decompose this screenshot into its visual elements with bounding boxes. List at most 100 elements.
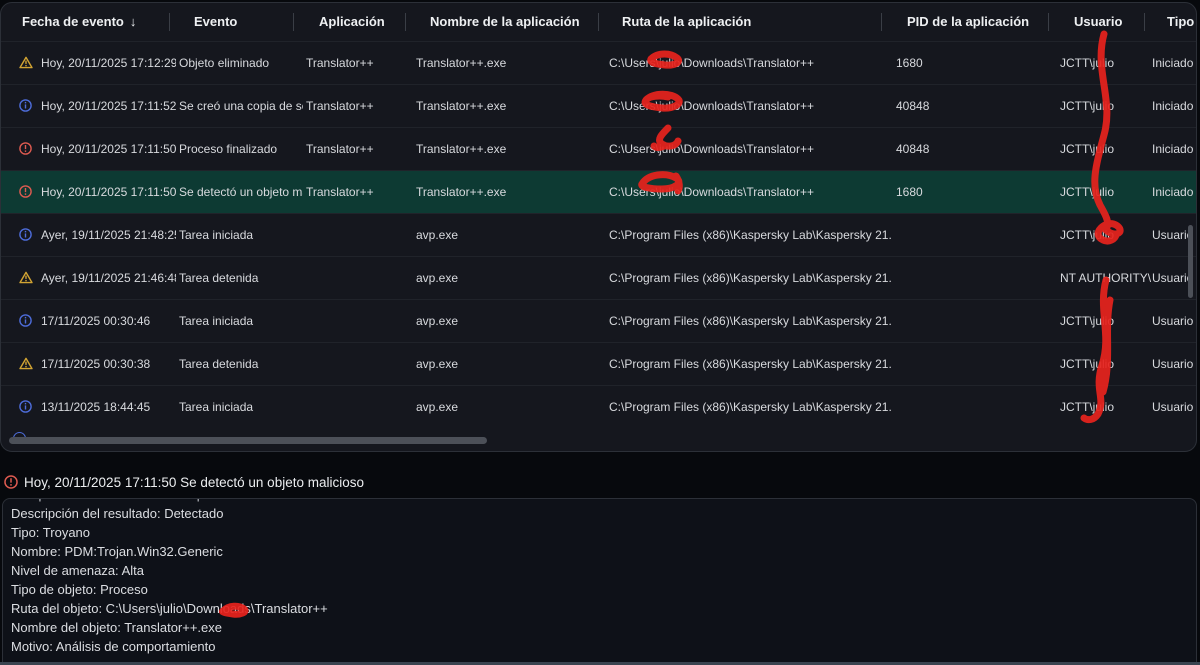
column-header-app-name[interactable]: Nombre de la aplicación (430, 3, 580, 41)
cell-application-path: C:\Users\julio\Downloads\Translator++ (609, 185, 814, 199)
cell-event-date: Hoy, 20/11/2025 17:12:29 (41, 56, 176, 70)
cell-event-name: Tarea iniciada (179, 314, 254, 328)
horizontal-scrollbar-thumb[interactable] (9, 437, 487, 444)
event-table-body: Hoy, 20/11/2025 17:12:29 Objeto eliminad… (1, 41, 1196, 428)
cell-event-name: Tarea iniciada (179, 400, 254, 414)
severity-icon (19, 128, 39, 170)
critical-icon (4, 475, 18, 489)
warning-icon (19, 56, 33, 69)
column-header-type[interactable]: Tipo (1167, 3, 1194, 41)
severity-icon (19, 343, 39, 385)
severity-icon (19, 300, 39, 342)
cell-application-pid (896, 257, 1056, 299)
column-header-app-path[interactable]: Ruta de la aplicación (622, 3, 751, 41)
cell-event-date: 13/11/2025 18:44:45 (41, 400, 151, 414)
table-row[interactable]: Hoy, 20/11/2025 17:11:52 Se creó una cop… (1, 84, 1196, 127)
table-row[interactable]: 17/11/2025 00:30:38 Tarea detenida avp.e… (1, 342, 1196, 385)
column-header-event[interactable]: Evento (194, 3, 237, 41)
cell-user-type: Usuario (1152, 314, 1194, 328)
table-row[interactable]: 17/11/2025 00:30:46 Tarea iniciada avp.e… (1, 299, 1196, 342)
table-row[interactable]: Ayer, 19/11/2025 21:46:48 Tarea detenida… (1, 256, 1196, 299)
cell-user: JCTT\julio (1060, 228, 1115, 242)
cell-application-name: Translator++.exe (416, 142, 507, 156)
header-divider (293, 13, 294, 31)
cell-application (306, 257, 412, 299)
severity-icon (19, 42, 39, 84)
table-row[interactable]: Ayer, 19/11/2025 21:48:25 Tarea iniciada… (1, 213, 1196, 256)
info-icon (19, 314, 32, 327)
cell-user-type: Iniciado (1152, 142, 1194, 156)
cell-user: NT AUTHORITY\ (1060, 271, 1151, 285)
table-row[interactable]: Hoy, 20/11/2025 17:11:50 Se detectó un o… (1, 170, 1196, 213)
severity-icon (19, 171, 39, 213)
cell-user: JCTT\julio (1060, 185, 1115, 199)
detail-line: Ruta del objeto: C:\Users\julio\Download… (11, 601, 328, 616)
cell-application-path: C:\Users\julio\Downloads\Translator++ (609, 99, 814, 113)
cell-user-type: Iniciado (1152, 185, 1194, 199)
cell-application-name: avp.exe (416, 314, 459, 328)
cell-application-path: C:\Program Files (x86)\Kaspersky Lab\Kas… (609, 271, 892, 285)
cell-application: Translator++ (306, 142, 374, 156)
column-header-app[interactable]: Aplicación (319, 3, 385, 41)
cell-event-name: Tarea detenida (179, 357, 259, 371)
severity-icon (19, 85, 39, 127)
warning-icon (19, 357, 33, 370)
header-divider (598, 13, 599, 31)
header-divider (881, 13, 882, 31)
cell-event-date: Ayer, 19/11/2025 21:46:48 (41, 271, 176, 285)
cell-event-date: Hoy, 20/11/2025 17:11:50 (41, 142, 176, 156)
critical-icon (19, 185, 32, 198)
column-header-date[interactable]: Fecha de evento ↓ (22, 3, 136, 41)
detail-line: Tipo: Troyano (11, 525, 91, 540)
severity-icon (19, 257, 39, 299)
cell-application-path: C:\Program Files (x86)\Kaspersky Lab\Kas… (609, 228, 892, 242)
table-row[interactable]: Hoy, 20/11/2025 17:11:50 Proceso finaliz… (1, 127, 1196, 170)
cell-event-date: 17/11/2025 00:30:38 (41, 357, 151, 371)
cell-user-type: Usuario (1152, 357, 1194, 371)
cell-application-pid: 1680 (896, 56, 923, 70)
cell-application-name: avp.exe (416, 400, 459, 414)
table-header-row: Fecha de evento ↓ Evento Aplicación Nombr… (1, 3, 1196, 41)
cell-user: JCTT\julio (1060, 142, 1115, 156)
column-header-user[interactable]: Usuario (1074, 3, 1122, 41)
cell-event-name: Proceso finalizado (179, 142, 278, 156)
cell-application-name: avp.exe (416, 271, 459, 285)
cell-application-path: C:\Users\julio\Downloads\Translator++ (609, 56, 814, 70)
cell-user: JCTT\julio (1060, 314, 1115, 328)
sort-descending-icon: ↓ (129, 14, 137, 29)
severity-icon (19, 386, 39, 428)
header-divider (169, 13, 170, 31)
cell-user-type: Iniciado (1152, 99, 1194, 113)
detail-line: Nombre del objeto: Translator++.exe (11, 620, 223, 635)
header-divider (1048, 13, 1049, 31)
cell-application (306, 386, 412, 428)
table-row[interactable]: 13/11/2025 18:44:45 Tarea iniciada avp.e… (1, 385, 1196, 428)
cell-user: JCTT\julio (1060, 56, 1115, 70)
cell-user-type: Iniciado (1152, 56, 1194, 70)
column-header-pid[interactable]: PID de la aplicación (907, 3, 1029, 41)
cell-event-date: Hoy, 20/11/2025 17:11:52 (41, 99, 176, 113)
detail-line: Tipo de objeto: Proceso (11, 582, 148, 597)
cell-event-name: Tarea detenida (179, 271, 259, 285)
cell-application-name: Translator++.exe (416, 99, 507, 113)
cell-user: JCTT\julio (1060, 357, 1115, 371)
table-row[interactable]: Hoy, 20/11/2025 17:12:29 Objeto eliminad… (1, 41, 1196, 84)
cell-application-pid (896, 214, 1056, 256)
cell-application-path: C:\Program Files (x86)\Kaspersky Lab\Kas… (609, 357, 892, 371)
cell-application-path: C:\Program Files (x86)\Kaspersky Lab\Kas… (609, 314, 892, 328)
cell-event-name: Se creó una copia de seguridad (179, 99, 303, 113)
cell-application-pid: 40848 (896, 99, 930, 113)
vertical-scrollbar-thumb[interactable] (1188, 225, 1193, 298)
cell-application-pid: 1680 (896, 185, 923, 199)
detail-line: Nombre: PDM:Trojan.Win32.Generic (11, 544, 223, 559)
cell-application-name: avp.exe (416, 228, 459, 242)
detail-text-box: Componente: Detección de comportamientoD… (2, 498, 1197, 665)
cell-application-name: avp.exe (416, 357, 459, 371)
severity-icon (19, 214, 39, 256)
detail-header-text: Hoy, 20/11/2025 17:11:50 Se detectó un o… (24, 475, 364, 490)
cell-application-pid: 40848 (896, 142, 930, 156)
cell-application (306, 214, 412, 256)
cell-application-name: Translator++.exe (416, 185, 507, 199)
cell-event-name: Tarea iniciada (179, 228, 254, 242)
cell-application (306, 300, 412, 342)
